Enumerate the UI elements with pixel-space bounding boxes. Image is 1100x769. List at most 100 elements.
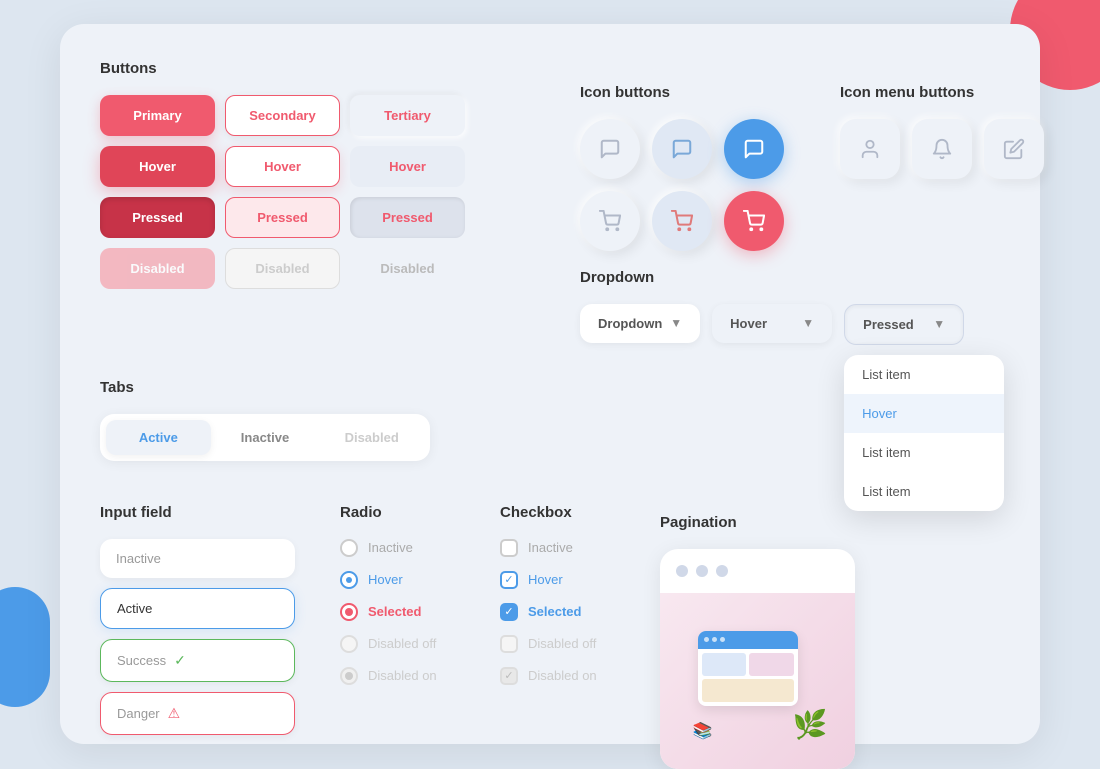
checkbox-label-selected: Selected bbox=[528, 604, 581, 619]
checkbox-item-disabled-on: ✓ Disabled on bbox=[500, 667, 597, 685]
pagination-dot-2[interactable] bbox=[696, 565, 708, 577]
btn-primary-hover[interactable]: Hover bbox=[100, 146, 215, 187]
radio-circle-selected[interactable] bbox=[340, 603, 358, 621]
input-active-field[interactable] bbox=[160, 601, 336, 616]
buttons-title: Buttons bbox=[100, 60, 465, 77]
icon-btn-chat-hover[interactable] bbox=[652, 119, 712, 179]
btn-primary[interactable]: Primary bbox=[100, 95, 215, 136]
dropdown-menu-item-hover[interactable]: Hover bbox=[844, 394, 1004, 433]
icon-btn-cart-inactive[interactable] bbox=[580, 191, 640, 251]
pagination-title: Pagination bbox=[660, 514, 855, 531]
dropdown-label-normal: Dropdown bbox=[598, 316, 662, 331]
pagination-section: Pagination bbox=[660, 514, 855, 769]
pagination-illustration: 🌿 📚 bbox=[688, 621, 828, 741]
btn-row-pressed: Pressed Pressed Pressed bbox=[100, 197, 465, 238]
icon-btn-cart-hover[interactable] bbox=[652, 191, 712, 251]
radio-items-container: Inactive Hover Selected Disabled off Dis… bbox=[340, 539, 437, 685]
tabs-container: Active Inactive Disabled bbox=[100, 414, 430, 461]
btn-secondary[interactable]: Secondary bbox=[225, 95, 340, 136]
checkbox-section: Checkbox Inactive ✓ Hover ✓ Selected Dis… bbox=[500, 504, 597, 685]
pagination-image: 🌿 📚 bbox=[660, 593, 855, 769]
chevron-down-icon-3: ▼ bbox=[933, 317, 945, 331]
illus-block-3 bbox=[702, 679, 794, 702]
radio-item-disabled-off: Disabled off bbox=[340, 635, 437, 653]
input-danger-wrapper: Danger ⚠ bbox=[100, 692, 295, 735]
icon-buttons-section: Icon buttons bbox=[580, 84, 784, 251]
dropdown-title: Dropdown bbox=[580, 269, 964, 286]
checkbox-label-disabled-off: Disabled off bbox=[528, 636, 596, 651]
checkbox-item-selected: ✓ Selected bbox=[500, 603, 597, 621]
dropdown-section: Dropdown Dropdown ▼ Hover ▼ Pressed ▼ Li… bbox=[580, 269, 964, 345]
pagination-dot-1[interactable] bbox=[676, 565, 688, 577]
icon-btn-cart-active[interactable] bbox=[724, 191, 784, 251]
icon-menu-btn-user[interactable] bbox=[840, 119, 900, 179]
btn-tertiary-pressed[interactable]: Pressed bbox=[350, 197, 465, 238]
checkbox-item-inactive: Inactive bbox=[500, 539, 597, 557]
icon-btn-chat-active[interactable] bbox=[724, 119, 784, 179]
dropdown-menu-item-4[interactable]: List item bbox=[844, 472, 1004, 511]
radio-item-inactive: Inactive bbox=[340, 539, 437, 557]
tab-disabled: Disabled bbox=[319, 420, 424, 455]
input-active-label: Active bbox=[117, 601, 152, 616]
success-icon: ✓ bbox=[174, 652, 186, 669]
illus-monitor-body bbox=[698, 649, 798, 706]
illus-book-icon: 📚 bbox=[693, 721, 713, 741]
radio-label-inactive: Inactive bbox=[368, 540, 413, 555]
btn-tertiary[interactable]: Tertiary bbox=[350, 95, 465, 136]
dropdown-btn-hover[interactable]: Hover ▼ bbox=[712, 304, 832, 343]
input-section: Input field Inactive Active Success ✓ Da… bbox=[100, 504, 295, 735]
pagination-dots bbox=[660, 549, 855, 593]
checkbox-box-inactive[interactable] bbox=[500, 539, 518, 557]
radio-title: Radio bbox=[340, 504, 437, 521]
input-success-label: Success bbox=[117, 653, 166, 668]
danger-icon: ⚠ bbox=[168, 705, 181, 722]
btn-secondary-hover[interactable]: Hover bbox=[225, 146, 340, 187]
illus-monitor-bar bbox=[698, 631, 798, 649]
btn-tertiary-disabled: Disabled bbox=[350, 248, 465, 289]
checkbox-box-disabled-on: ✓ bbox=[500, 667, 518, 685]
input-active-wrapper[interactable]: Active bbox=[100, 588, 295, 629]
tabs-section: Tabs Active Inactive Disabled bbox=[100, 379, 430, 461]
icon-menu-btn-edit[interactable] bbox=[984, 119, 1044, 179]
dropdown-menu-item-3[interactable]: List item bbox=[844, 433, 1004, 472]
btn-tertiary-hover[interactable]: Hover bbox=[350, 146, 465, 187]
chevron-down-icon-2: ▼ bbox=[802, 316, 814, 330]
checkbox-item-hover: ✓ Hover bbox=[500, 571, 597, 589]
btn-row-normal: Primary Secondary Tertiary bbox=[100, 95, 465, 136]
dropdown-menu-item-1[interactable]: List item bbox=[844, 355, 1004, 394]
icon-menu-section: Icon menu buttons bbox=[840, 84, 1044, 179]
input-fields-container: Inactive Active Success ✓ Danger ⚠ bbox=[100, 539, 295, 735]
input-field-title: Input field bbox=[100, 504, 295, 521]
btn-secondary-pressed[interactable]: Pressed bbox=[225, 197, 340, 238]
icon-btn-chat-inactive[interactable] bbox=[580, 119, 640, 179]
checkbox-box-selected[interactable]: ✓ bbox=[500, 603, 518, 621]
radio-circle-inactive[interactable] bbox=[340, 539, 358, 557]
radio-circle-hover[interactable] bbox=[340, 571, 358, 589]
tab-inactive[interactable]: Inactive bbox=[213, 420, 318, 455]
radio-circle-disabled-on bbox=[340, 667, 358, 685]
checkbox-title: Checkbox bbox=[500, 504, 597, 521]
dropdown-btn-pressed[interactable]: Pressed ▼ bbox=[844, 304, 964, 345]
btn-primary-pressed[interactable]: Pressed bbox=[100, 197, 215, 238]
dropdown-pressed-wrapper: Pressed ▼ List item Hover List item List… bbox=[844, 304, 964, 345]
dropdown-row: Dropdown ▼ Hover ▼ Pressed ▼ List item H… bbox=[580, 304, 964, 345]
tab-active[interactable]: Active bbox=[106, 420, 211, 455]
icon-menu-btn-bell[interactable] bbox=[912, 119, 972, 179]
illus-plant-icon: 🌿 bbox=[793, 708, 828, 741]
icon-buttons-title: Icon buttons bbox=[580, 84, 784, 101]
checkbox-label-inactive: Inactive bbox=[528, 540, 573, 555]
illus-block-2 bbox=[749, 653, 794, 676]
input-inactive-wrapper: Inactive bbox=[100, 539, 295, 578]
icon-menu-title: Icon menu buttons bbox=[840, 84, 1044, 101]
dropdown-label-pressed: Pressed bbox=[863, 317, 914, 332]
dropdown-menu: List item Hover List item List item bbox=[844, 355, 1004, 511]
radio-item-disabled-on: Disabled on bbox=[340, 667, 437, 685]
checkbox-label-disabled-on: Disabled on bbox=[528, 668, 597, 683]
illus-dot-1 bbox=[704, 637, 709, 642]
checkbox-box-hover[interactable]: ✓ bbox=[500, 571, 518, 589]
dropdown-btn-normal[interactable]: Dropdown ▼ bbox=[580, 304, 700, 343]
chevron-down-icon: ▼ bbox=[670, 316, 682, 330]
pagination-dot-3[interactable] bbox=[716, 565, 728, 577]
btn-row-hover: Hover Hover Hover bbox=[100, 146, 465, 187]
radio-item-selected: Selected bbox=[340, 603, 437, 621]
